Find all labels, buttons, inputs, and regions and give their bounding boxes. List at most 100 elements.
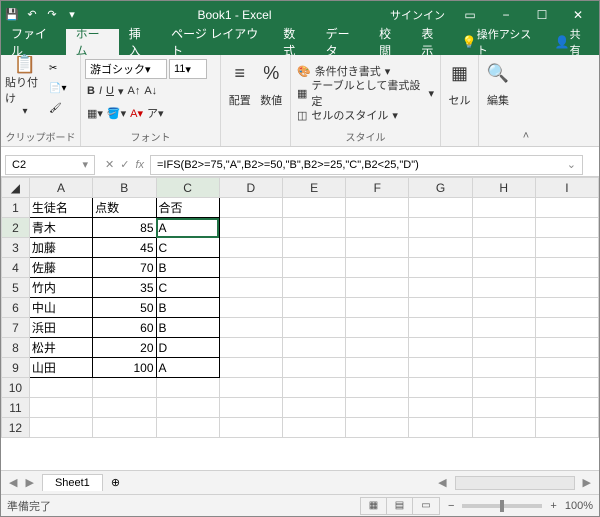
cell[interactable] — [219, 338, 282, 358]
font-size-select[interactable]: 11 ▾ — [169, 59, 207, 79]
row-header[interactable]: 6 — [2, 298, 30, 318]
cell[interactable] — [346, 318, 409, 338]
save-icon[interactable]: 💾 — [5, 8, 19, 22]
cell[interactable]: 100 — [93, 358, 156, 378]
cell[interactable] — [346, 298, 409, 318]
cell[interactable]: 生徒名 — [29, 198, 92, 218]
tab-nav-prev-icon[interactable]: ◀ — [9, 476, 17, 489]
cell[interactable] — [535, 418, 598, 438]
cell[interactable] — [472, 378, 535, 398]
underline-button[interactable]: U — [106, 85, 114, 97]
cut-button[interactable]: ✂ — [47, 59, 68, 77]
col-header[interactable]: G — [409, 178, 472, 198]
sheet-tab[interactable]: Sheet1 — [42, 474, 103, 491]
number-button[interactable]: %数値 — [257, 57, 287, 117]
row-header[interactable]: 8 — [2, 338, 30, 358]
cell[interactable]: 青木 — [29, 218, 92, 238]
tab-file[interactable]: ファイル — [1, 29, 66, 55]
cell[interactable] — [93, 418, 156, 438]
view-pagelayout-icon[interactable]: ▤ — [387, 498, 413, 514]
cell[interactable] — [472, 298, 535, 318]
cell[interactable]: 35 — [93, 278, 156, 298]
customize-qa-icon[interactable]: ▾ — [65, 8, 79, 22]
cell[interactable] — [346, 378, 409, 398]
undo-icon[interactable]: ↶ — [25, 8, 39, 22]
cell[interactable] — [156, 398, 219, 418]
cell[interactable]: A — [156, 358, 219, 378]
col-header[interactable]: F — [346, 178, 409, 198]
spreadsheet-grid[interactable]: ◢ A B C D E F G H I 1生徒名点数合否 2青木85A 3加藤4… — [1, 177, 599, 470]
cell[interactable] — [409, 198, 472, 218]
cell[interactable] — [282, 298, 345, 318]
share-button[interactable]: 👤 共有 — [545, 29, 599, 55]
cell[interactable] — [472, 418, 535, 438]
cell[interactable] — [346, 238, 409, 258]
tab-nav-next-icon[interactable]: ▶ — [25, 476, 33, 489]
cell[interactable] — [409, 398, 472, 418]
cell[interactable] — [409, 378, 472, 398]
cell[interactable] — [219, 378, 282, 398]
cancel-formula-icon[interactable]: ✕ — [105, 158, 114, 171]
cell[interactable] — [409, 418, 472, 438]
format-painter-button[interactable]: 🖌 — [47, 99, 68, 117]
row-header[interactable]: 12 — [2, 418, 30, 438]
cell[interactable] — [346, 218, 409, 238]
cell-selected[interactable]: A — [156, 218, 219, 238]
col-header[interactable]: H — [472, 178, 535, 198]
row-header[interactable]: 5 — [2, 278, 30, 298]
cell[interactable]: B — [156, 298, 219, 318]
zoom-slider[interactable] — [462, 504, 542, 508]
cell[interactable] — [282, 338, 345, 358]
cell[interactable]: 20 — [93, 338, 156, 358]
cell[interactable] — [29, 378, 92, 398]
row-header[interactable]: 7 — [2, 318, 30, 338]
cell[interactable]: 山田 — [29, 358, 92, 378]
zoom-in-icon[interactable]: + — [550, 500, 556, 512]
row-header[interactable]: 2 — [2, 218, 30, 238]
cell[interactable] — [346, 198, 409, 218]
close-icon[interactable]: ✕ — [561, 4, 595, 26]
cell[interactable] — [219, 398, 282, 418]
cell[interactable]: 竹内 — [29, 278, 92, 298]
cell[interactable] — [535, 198, 598, 218]
cell[interactable] — [472, 398, 535, 418]
row-header[interactable]: 4 — [2, 258, 30, 278]
view-pagebreak-icon[interactable]: ▭ — [413, 498, 439, 514]
cell[interactable] — [472, 358, 535, 378]
cells-button[interactable]: ▦セル — [445, 57, 474, 117]
cell[interactable] — [472, 318, 535, 338]
tab-formula[interactable]: 数式 — [273, 29, 315, 55]
copy-button[interactable]: 📄▾ — [47, 79, 68, 97]
row-header[interactable]: 11 — [2, 398, 30, 418]
cell[interactable]: 加藤 — [29, 238, 92, 258]
cell[interactable]: 松井 — [29, 338, 92, 358]
cell[interactable] — [346, 398, 409, 418]
cell[interactable]: C — [156, 238, 219, 258]
cell[interactable] — [535, 278, 598, 298]
font-decrease-button[interactable]: A↓ — [144, 85, 157, 97]
tab-insert[interactable]: 挿入 — [119, 29, 161, 55]
tab-layout[interactable]: ページ レイアウト — [161, 29, 273, 55]
col-header[interactable]: B — [93, 178, 156, 198]
name-box[interactable]: C2▾ — [5, 155, 95, 175]
cell[interactable] — [219, 318, 282, 338]
cell[interactable] — [219, 418, 282, 438]
font-color-button[interactable]: A▾ — [130, 107, 143, 120]
paste-button[interactable]: 📋貼り付け▾ — [5, 57, 45, 117]
border-button[interactable]: ▦▾ — [87, 107, 103, 120]
cell[interactable] — [409, 258, 472, 278]
minimize-icon[interactable]: − — [489, 4, 523, 26]
cell[interactable] — [346, 418, 409, 438]
cell[interactable] — [472, 238, 535, 258]
cell[interactable] — [535, 398, 598, 418]
cell[interactable] — [472, 278, 535, 298]
expand-formula-icon[interactable]: ⌄ — [567, 158, 576, 171]
bold-button[interactable]: B — [87, 85, 95, 97]
cell-styles-button[interactable]: ◫ セルのスタイル ▾ — [295, 105, 436, 125]
cell[interactable]: 浜田 — [29, 318, 92, 338]
ribbon-options-icon[interactable]: ▭ — [453, 4, 487, 26]
tab-home[interactable]: ホーム — [66, 29, 119, 55]
row-header[interactable]: 9 — [2, 358, 30, 378]
cell[interactable] — [409, 318, 472, 338]
cell[interactable] — [282, 418, 345, 438]
